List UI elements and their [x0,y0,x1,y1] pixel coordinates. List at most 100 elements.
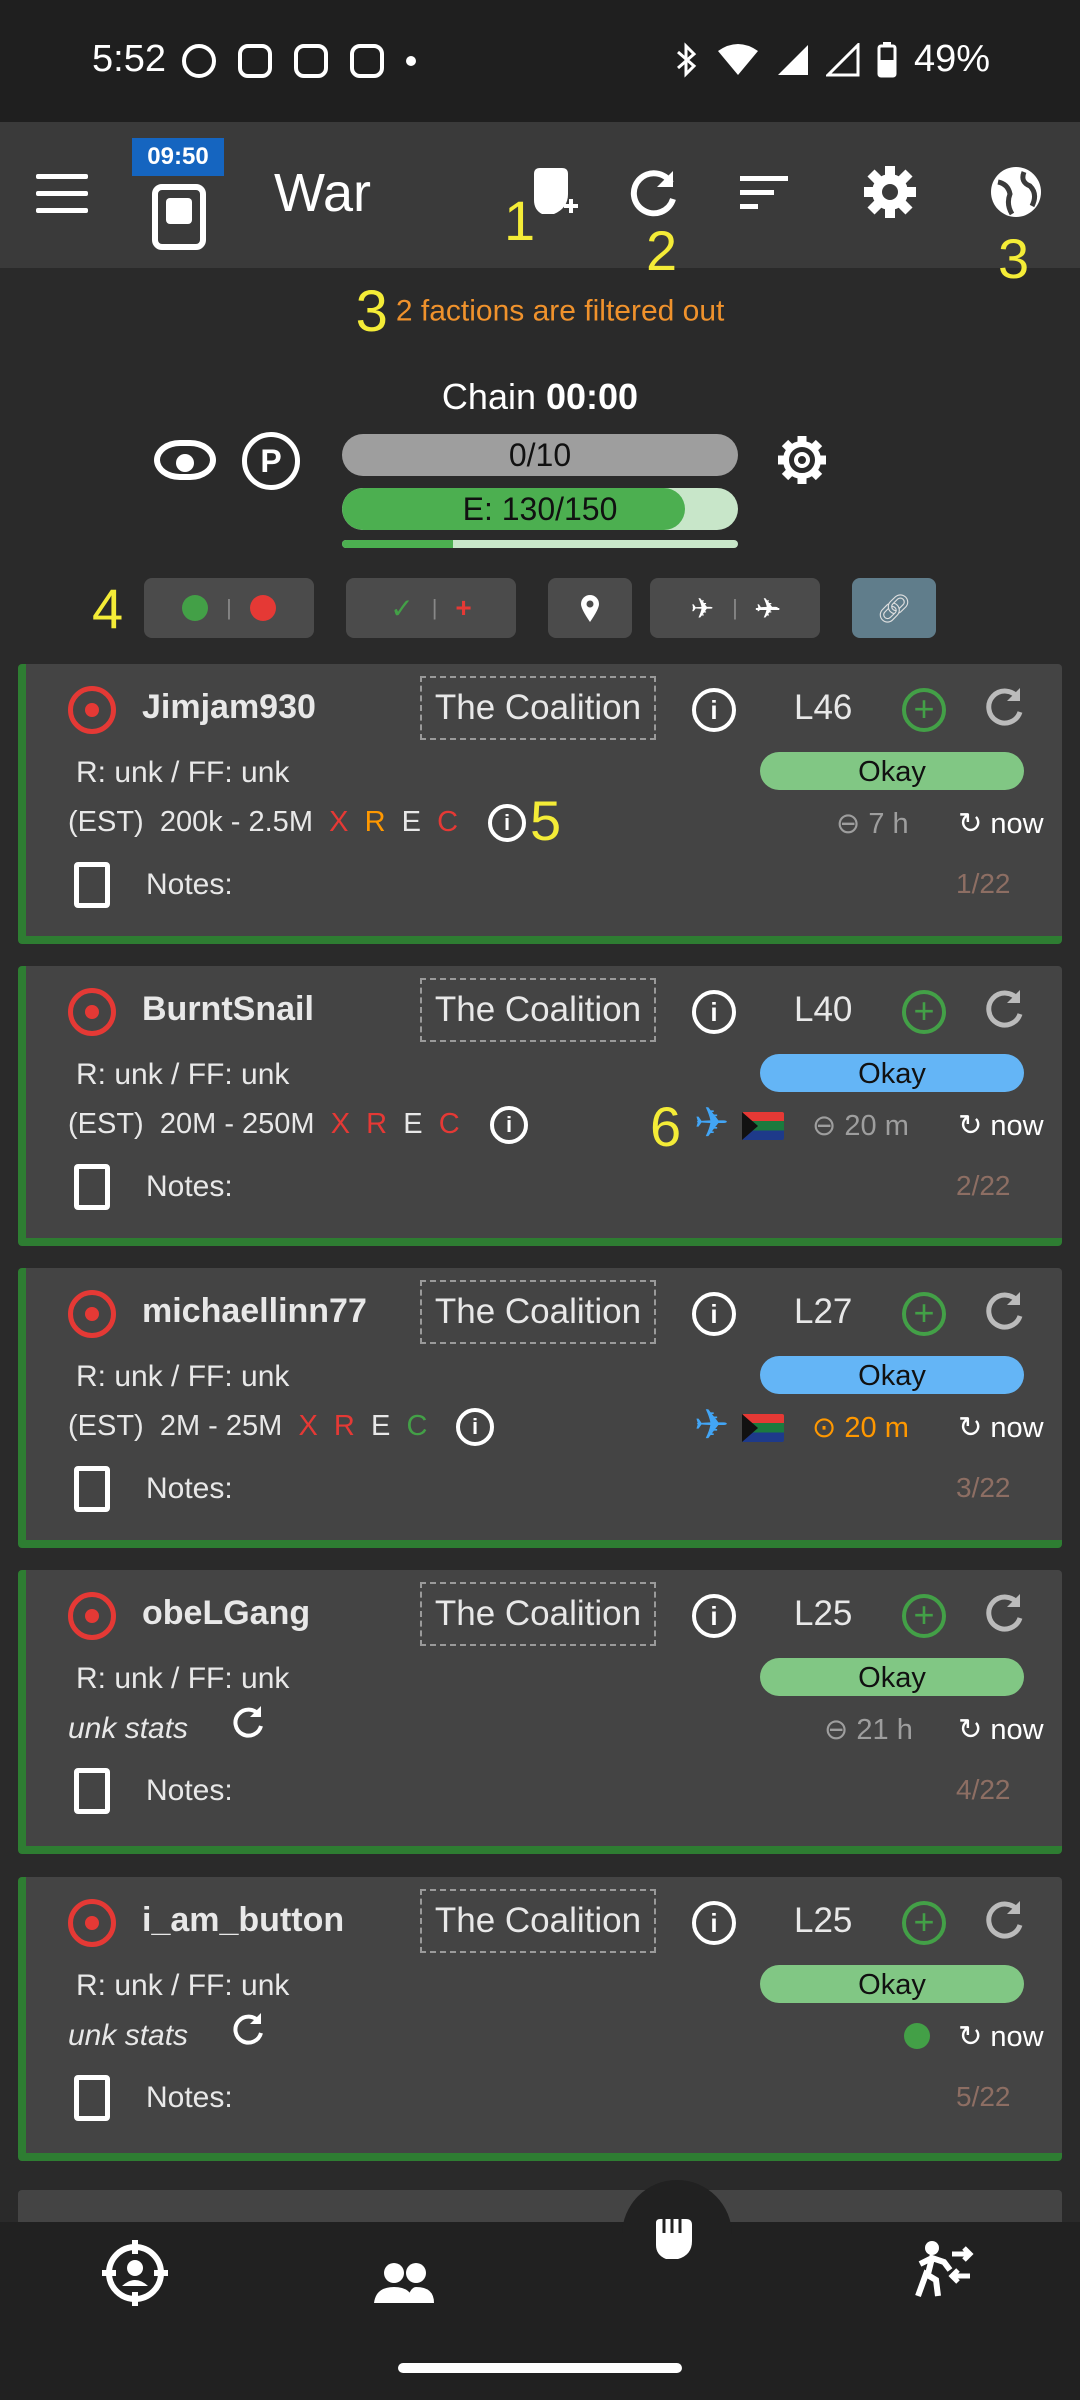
target-level: L25 [794,1901,853,1940]
target-name[interactable]: michaellinn77 [142,1292,367,1331]
attack-target-icon[interactable] [68,1592,116,1640]
energy-sub-fill [342,540,453,548]
target-card[interactable]: i_am_button The Coalition i L25 + R: unk / FF… [18,1877,1062,2161]
info-icon[interactable]: i [692,1594,736,1638]
menu-button[interactable] [36,174,88,214]
notes-label[interactable]: Notes: [146,1170,233,1204]
faction-name[interactable]: The Coalition [420,1889,656,1953]
sort-icon[interactable] [724,152,804,232]
notes-edit-icon[interactable] [74,862,110,908]
attack-target-icon[interactable] [68,988,116,1036]
stats-info-icon[interactable]: i [456,1408,494,1446]
stats-info-icon[interactable]: i [488,804,526,842]
signal-icon [777,44,808,75]
notification-icons [182,44,416,78]
target-name[interactable]: obeLGang [142,1594,310,1633]
notes-edit-icon[interactable] [74,1466,110,1512]
target-icon[interactable] [102,2240,168,2320]
filtered-factions-text: 2 factions are filtered out [395,294,725,328]
reload-icon[interactable] [982,1897,1026,1952]
energy-text: E: 130/150 [462,491,618,527]
add-icon[interactable]: + [902,688,946,732]
respect-fairfight: R: unk / FF: unk [76,1662,290,1695]
target-card[interactable]: michaellinn77 The Coalition i L27 + R: unk / … [18,1268,1062,1548]
phone-icon[interactable] [152,184,206,250]
notes-edit-icon[interactable] [74,1768,110,1814]
last-updated: ↻ now [958,1412,1044,1444]
info-icon[interactable]: i [692,990,736,1034]
stats-refresh-icon[interactable] [230,1704,266,1750]
target-name[interactable]: BurntSnail [142,990,314,1029]
info-icon[interactable]: i [692,688,736,732]
slack-icon [238,44,272,78]
faction-name[interactable]: The Coalition [420,1582,656,1646]
status-filter[interactable]: ✓ | + [346,578,516,638]
timer-indicator: ⊖ 7 h [836,808,909,840]
faction-name[interactable]: The Coalition [420,676,656,740]
settings-icon[interactable] [850,152,930,232]
faction-name[interactable]: The Coalition [420,1280,656,1344]
target-count: 2/22 [956,1170,1011,1201]
stats-refresh-icon[interactable] [230,2011,266,2057]
online-status-filter[interactable]: | [144,578,314,638]
info-icon[interactable]: i [692,1901,736,1945]
south-africa-flag-icon [742,1112,784,1140]
add-icon[interactable]: + [902,1901,946,1945]
status-badge: Okay [760,752,1024,790]
offline-dot-icon [249,595,276,621]
refresh-small-icon: ↻ [958,808,983,840]
faction-name[interactable]: The Coalition [420,978,656,1042]
target-name[interactable]: Jimjam930 [142,688,316,727]
location-filter[interactable] [548,578,632,638]
link-filter[interactable]: 🔗︎ [852,578,936,638]
chain-settings-icon[interactable] [774,432,830,502]
eye-icon[interactable] [154,440,216,480]
last-updated: ↻ now [958,1110,1044,1142]
notes-label[interactable]: Notes: [146,868,233,902]
war-fist-icon[interactable] [650,2210,700,2277]
annotation-2: 2 [646,219,678,282]
app-bar: 09:50 War 1 2 3 [0,122,1080,290]
target-name[interactable]: i_am_button [142,1901,344,1940]
attack-target-icon[interactable] [68,1899,116,1947]
target-level: L40 [794,990,853,1029]
filtered-factions-notice[interactable]: 32 factions are filtered out [0,278,1080,345]
add-icon[interactable]: + [902,990,946,1034]
globe-icon[interactable] [976,152,1056,232]
bluetooth-icon [676,41,697,78]
refresh-small-icon: ↻ [958,1412,983,1444]
notes-label[interactable]: Notes: [146,2081,233,2115]
timer-indicator: ⊖ 20 m [812,1110,909,1142]
plus-icon: + [455,592,472,623]
notes-label[interactable]: Notes: [146,1472,233,1506]
attack-target-icon[interactable] [68,1290,116,1338]
online-dot-icon [182,595,209,621]
page-title: War [274,163,371,223]
add-icon[interactable]: + [902,1292,946,1336]
target-card[interactable]: BurntSnail The Coalition i L40 + R: unk / FF:… [18,966,1062,1246]
timer-indicator: ⊙ 20 m [812,1412,909,1444]
chain-title: Chain 00:00 [0,376,1080,418]
target-card[interactable]: Jimjam930 The Coalition i L46 + R: unk / FF: … [18,664,1062,944]
info-icon[interactable]: i [692,1292,736,1336]
online-dot-icon [904,2023,930,2049]
home-indicator[interactable] [398,2363,682,2373]
notes-label[interactable]: Notes: [146,1774,233,1808]
battery-percent: 49% [913,38,990,80]
members-icon[interactable] [372,2252,436,2319]
reload-icon[interactable] [982,1590,1026,1645]
target-card[interactable]: obeLGang The Coalition i L25 + R: unk / FF: u… [18,1570,1062,1854]
reload-icon[interactable] [982,684,1026,739]
add-icon[interactable]: + [902,1594,946,1638]
running-icon[interactable] [908,2240,974,2312]
notes-edit-icon[interactable] [74,2075,110,2121]
travel-filter[interactable]: ✈ | ✈ [650,578,820,638]
reload-icon[interactable] [982,986,1026,1041]
attack-target-icon[interactable] [68,686,116,734]
no-plane-icon: ✈ [755,592,780,624]
target-level: L46 [794,688,853,727]
park-icon[interactable]: P [242,432,300,490]
notes-edit-icon[interactable] [74,1164,110,1210]
stats-info-icon[interactable]: i [490,1106,528,1144]
reload-icon[interactable] [982,1288,1026,1343]
